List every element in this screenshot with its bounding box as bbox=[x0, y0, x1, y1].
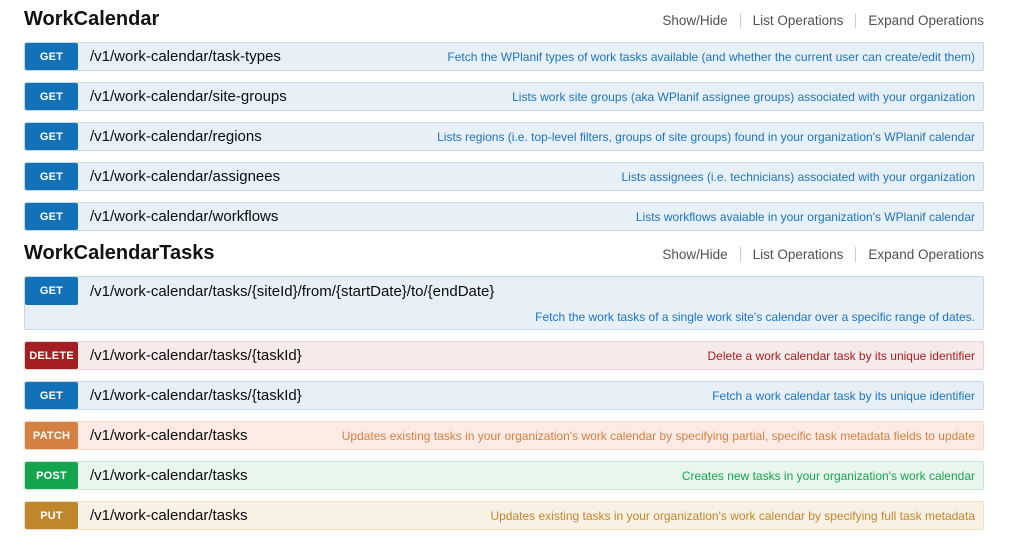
api-docs-page: WorkCalendar Show/Hide List Operations E… bbox=[0, 0, 1010, 551]
method-badge[interactable]: GET bbox=[25, 123, 78, 150]
endpoint-path[interactable]: /v1/work-calendar/tasks/{taskId} bbox=[78, 382, 302, 409]
list-operations-link[interactable]: List Operations bbox=[753, 13, 844, 28]
operation-row-get-site-groups: GET /v1/work-calendar/site-groups Lists … bbox=[24, 82, 984, 111]
operation-row-get-regions: GET /v1/work-calendar/regions Lists regi… bbox=[24, 122, 984, 151]
operation-row-line1: GET /v1/work-calendar/tasks/{siteId}/fro… bbox=[25, 277, 983, 305]
operation-row-patch-tasks: PATCH /v1/work-calendar/tasks Updates ex… bbox=[24, 421, 984, 450]
show-hide-link[interactable]: Show/Hide bbox=[662, 13, 727, 28]
operation-row-get-task-types: GET /v1/work-calendar/task-types Fetch t… bbox=[24, 42, 984, 71]
section-work-calendar: WorkCalendar Show/Hide List Operations E… bbox=[24, 8, 984, 231]
section-title-work-calendar-tasks[interactable]: WorkCalendarTasks bbox=[24, 242, 214, 264]
endpoint-description: Delete a work calendar task by its uniqu… bbox=[302, 342, 983, 369]
endpoint-description: Fetch a work calendar task by its unique… bbox=[302, 382, 983, 409]
method-badge[interactable]: GET bbox=[25, 163, 78, 190]
endpoint-path[interactable]: /v1/work-calendar/tasks bbox=[78, 502, 248, 529]
expand-operations-link[interactable]: Expand Operations bbox=[868, 247, 984, 262]
operation-row-get-task: GET /v1/work-calendar/tasks/{taskId} Fet… bbox=[24, 381, 984, 410]
operation-row-get-workflows: GET /v1/work-calendar/workflows Lists wo… bbox=[24, 202, 984, 231]
endpoint-description: Fetch the WPlanif types of work tasks av… bbox=[281, 43, 983, 70]
endpoint-path[interactable]: /v1/work-calendar/assignees bbox=[78, 163, 280, 190]
method-badge[interactable]: GET bbox=[25, 43, 78, 70]
method-badge[interactable]: POST bbox=[25, 462, 78, 489]
endpoint-path[interactable]: /v1/work-calendar/tasks bbox=[78, 462, 248, 489]
section-header: WorkCalendar Show/Hide List Operations E… bbox=[24, 8, 984, 30]
endpoint-path[interactable]: /v1/work-calendar/tasks bbox=[78, 422, 248, 449]
control-separator bbox=[740, 13, 741, 28]
operation-row-put-tasks: PUT /v1/work-calendar/tasks Updates exis… bbox=[24, 501, 984, 530]
show-hide-link[interactable]: Show/Hide bbox=[662, 247, 727, 262]
method-badge[interactable]: PUT bbox=[25, 502, 78, 529]
endpoint-path[interactable]: /v1/work-calendar/task-types bbox=[78, 43, 281, 70]
method-badge[interactable]: GET bbox=[25, 382, 78, 409]
section-controls: Show/Hide List Operations Expand Operati… bbox=[662, 247, 984, 262]
method-badge[interactable]: PATCH bbox=[25, 422, 78, 449]
endpoint-path[interactable]: /v1/work-calendar/workflows bbox=[78, 203, 278, 230]
operation-row-delete-task: DELETE /v1/work-calendar/tasks/{taskId} … bbox=[24, 341, 984, 370]
section-work-calendar-tasks: WorkCalendarTasks Show/Hide List Operati… bbox=[24, 242, 984, 530]
operation-row-get-tasks-range: GET /v1/work-calendar/tasks/{siteId}/fro… bbox=[24, 276, 984, 330]
endpoint-path[interactable]: /v1/work-calendar/tasks/{taskId} bbox=[78, 342, 302, 369]
operation-row-get-assignees: GET /v1/work-calendar/assignees Lists as… bbox=[24, 162, 984, 191]
endpoint-description: Lists assignees (i.e. technicians) assoc… bbox=[280, 163, 983, 190]
list-operations-link[interactable]: List Operations bbox=[753, 247, 844, 262]
endpoint-description: Lists workflows avaiable in your organiz… bbox=[278, 203, 983, 230]
section-title-work-calendar[interactable]: WorkCalendar bbox=[24, 8, 159, 30]
endpoint-path[interactable]: /v1/work-calendar/site-groups bbox=[78, 83, 287, 110]
operation-row-post-tasks: POST /v1/work-calendar/tasks Creates new… bbox=[24, 461, 984, 490]
method-badge[interactable]: GET bbox=[25, 277, 78, 305]
endpoint-path[interactable]: /v1/work-calendar/regions bbox=[78, 123, 262, 150]
endpoint-description: Updates existing tasks in your organizat… bbox=[248, 422, 983, 449]
section-controls: Show/Hide List Operations Expand Operati… bbox=[662, 13, 984, 28]
section-header: WorkCalendarTasks Show/Hide List Operati… bbox=[24, 242, 984, 264]
control-separator bbox=[855, 13, 856, 28]
method-badge[interactable]: DELETE bbox=[25, 342, 78, 369]
endpoint-description: Fetch the work tasks of a single work si… bbox=[25, 305, 983, 329]
method-badge[interactable]: GET bbox=[25, 203, 78, 230]
endpoint-description: Updates existing tasks in your organizat… bbox=[248, 502, 983, 529]
endpoint-description: Lists work site groups (aka WPlanif assi… bbox=[287, 83, 983, 110]
endpoint-path[interactable]: /v1/work-calendar/tasks/{siteId}/from/{s… bbox=[78, 277, 494, 305]
method-badge[interactable]: GET bbox=[25, 83, 78, 110]
control-separator bbox=[740, 247, 741, 262]
endpoint-description: Creates new tasks in your organization's… bbox=[248, 462, 983, 489]
endpoint-description: Lists regions (i.e. top-level filters, g… bbox=[262, 123, 983, 150]
expand-operations-link[interactable]: Expand Operations bbox=[868, 13, 984, 28]
control-separator bbox=[855, 247, 856, 262]
